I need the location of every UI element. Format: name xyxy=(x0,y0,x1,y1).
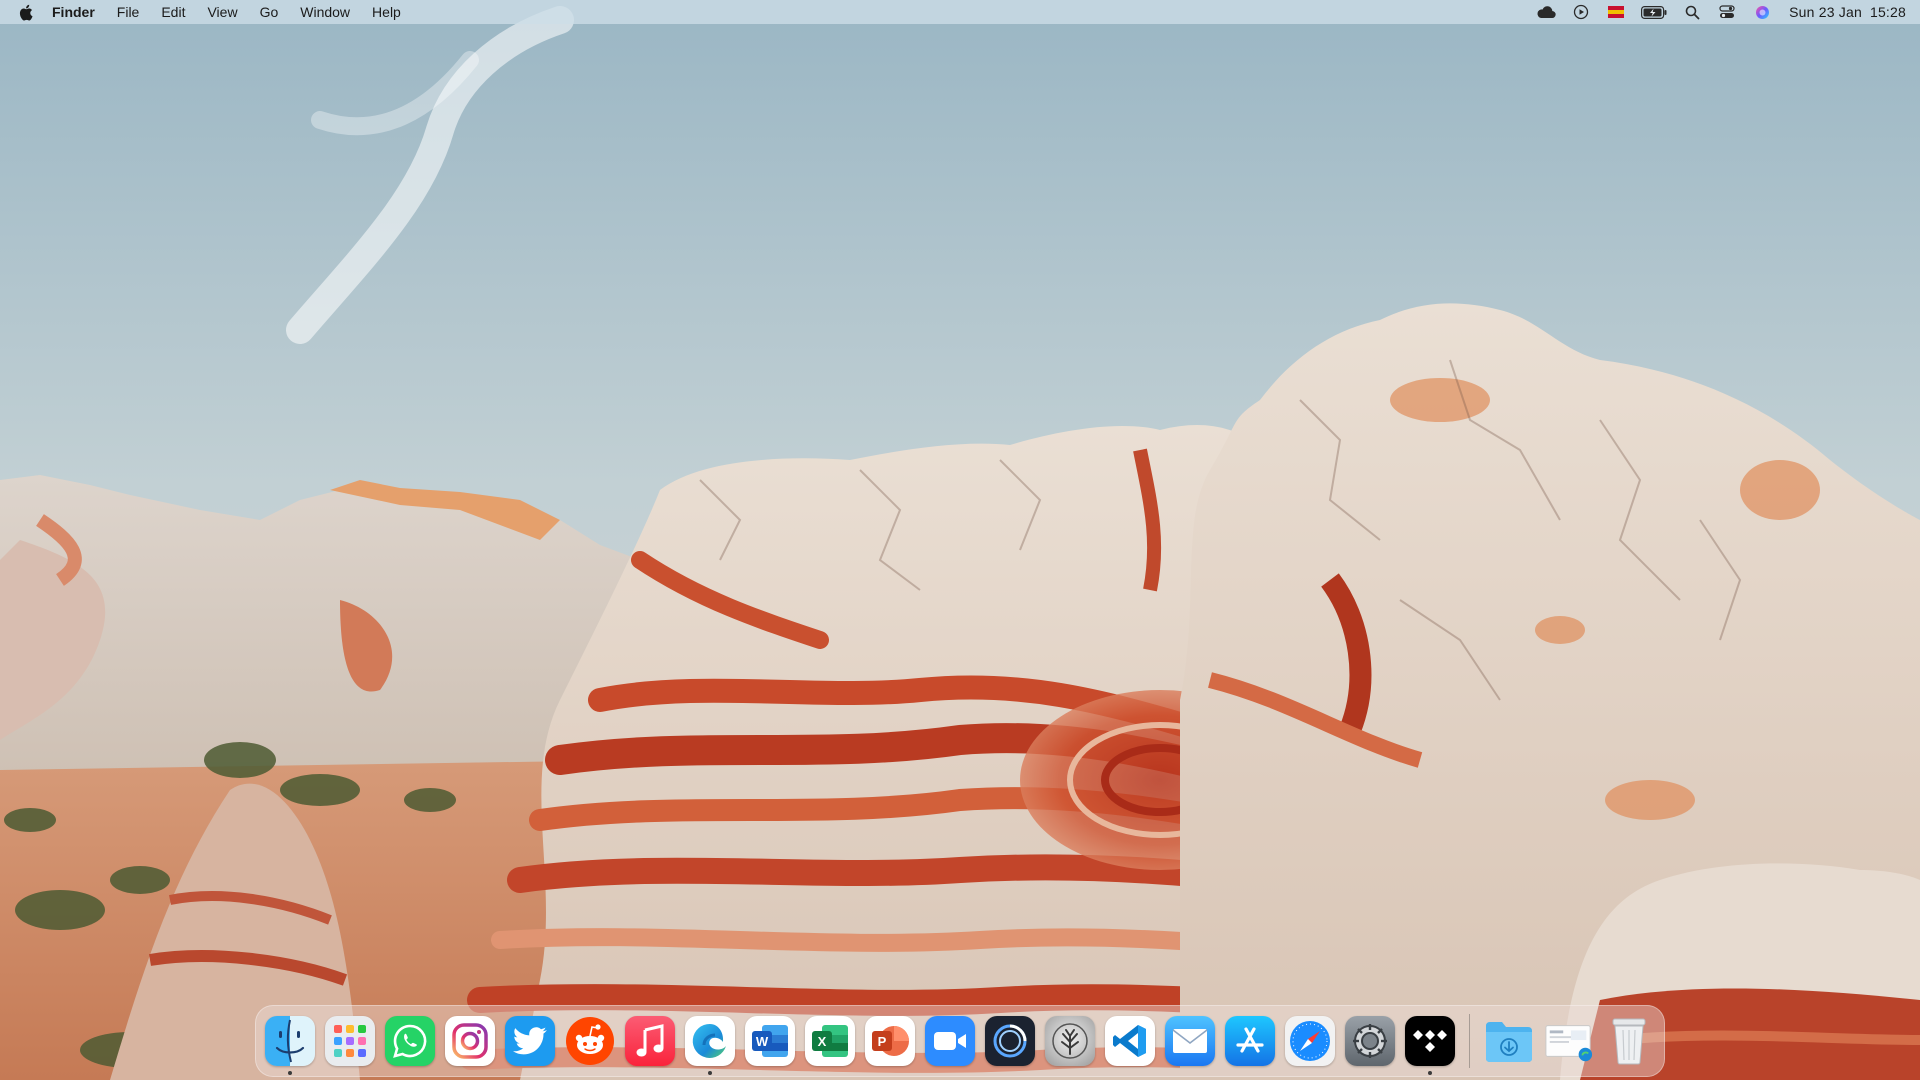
dock-edge[interactable] xyxy=(685,1016,735,1075)
menu-go[interactable]: Go xyxy=(260,0,279,24)
battery-charging-icon[interactable] xyxy=(1640,2,1668,22)
dock: W X P xyxy=(255,1005,1665,1077)
launchpad-icon xyxy=(334,1025,366,1057)
music-icon xyxy=(636,1024,664,1057)
tree-app-icon xyxy=(1052,1023,1088,1059)
dock-vscode[interactable] xyxy=(1105,1016,1155,1066)
dock-app-store[interactable] xyxy=(1225,1016,1275,1066)
dock-excel[interactable]: X xyxy=(805,1016,855,1066)
siri-icon[interactable] xyxy=(1751,2,1773,22)
ring-app-icon xyxy=(993,1024,1027,1058)
word-icon: W xyxy=(752,1025,788,1057)
control-center-icon[interactable] xyxy=(1716,2,1738,22)
menu-bar-clock[interactable]: Sun 23 Jan 15:28 xyxy=(1789,4,1906,20)
dock-divider xyxy=(1469,1014,1470,1068)
dock-zoom[interactable] xyxy=(925,1016,975,1066)
play-circle-icon[interactable] xyxy=(1570,2,1592,22)
dock-twitter[interactable] xyxy=(505,1016,555,1066)
running-indicator xyxy=(288,1071,292,1075)
excel-icon: X xyxy=(812,1025,848,1057)
menu-window[interactable]: Window xyxy=(300,0,350,24)
menu-bar-left: Finder File Edit View Go Window Help xyxy=(18,0,423,24)
running-indicator xyxy=(1428,1071,1432,1075)
app-store-icon xyxy=(1236,1027,1264,1053)
trash-icon xyxy=(1612,1018,1646,1065)
dock-trash[interactable] xyxy=(1604,1016,1654,1066)
clock-date: Sun 23 Jan xyxy=(1789,4,1862,20)
dock-system-preferences[interactable] xyxy=(1345,1016,1395,1066)
svg-text:P: P xyxy=(878,1034,887,1049)
svg-text:W: W xyxy=(756,1034,769,1049)
apple-menu-icon[interactable] xyxy=(18,3,36,21)
flag-icon[interactable] xyxy=(1605,2,1627,22)
dock-music[interactable] xyxy=(625,1016,675,1066)
powerpoint-icon: P xyxy=(872,1026,909,1056)
reddit-icon xyxy=(566,1017,614,1065)
dock-launchpad[interactable] xyxy=(325,1016,375,1066)
icloud-icon[interactable] xyxy=(1535,2,1557,22)
dock-reddit[interactable] xyxy=(565,1016,615,1066)
dock-tidal[interactable] xyxy=(1405,1016,1455,1075)
dock-downloads-stack[interactable] xyxy=(1484,1016,1534,1066)
dock-finder[interactable] xyxy=(265,1016,315,1075)
menu-bar: Finder File Edit View Go Window Help Sun xyxy=(0,0,1920,24)
dock-word[interactable]: W xyxy=(745,1016,795,1066)
document-thumbnail-icon xyxy=(1545,1025,1593,1062)
menu-help[interactable]: Help xyxy=(372,0,401,24)
spotlight-search-icon[interactable] xyxy=(1681,2,1703,22)
menu-edit[interactable]: Edit xyxy=(161,0,185,24)
whatsapp-icon xyxy=(393,1024,427,1058)
dock-safari[interactable] xyxy=(1285,1016,1335,1066)
svg-text:X: X xyxy=(818,1034,827,1049)
tidal-icon xyxy=(1413,1030,1447,1052)
menu-app-name[interactable]: Finder xyxy=(52,0,95,24)
zoom-icon xyxy=(934,1032,966,1050)
instagram-icon xyxy=(452,1023,488,1059)
safari-icon xyxy=(1290,1021,1330,1061)
dock-powerpoint[interactable]: P xyxy=(865,1016,915,1066)
edge-icon xyxy=(692,1023,726,1058)
desktop-wallpaper xyxy=(0,0,1920,1080)
clock-time: 15:28 xyxy=(1869,4,1906,20)
menu-bar-right: Sun 23 Jan 15:28 xyxy=(1522,2,1906,22)
menu-view[interactable]: View xyxy=(207,0,237,24)
dock-instagram[interactable] xyxy=(445,1016,495,1066)
running-indicator xyxy=(708,1071,712,1075)
wallpaper-landscape xyxy=(0,0,1920,1080)
twitter-icon xyxy=(513,1027,547,1055)
mail-icon xyxy=(1172,1029,1208,1053)
dock-ring-app[interactable] xyxy=(985,1016,1035,1066)
dock-whatsapp[interactable] xyxy=(385,1016,435,1066)
finder-icon xyxy=(275,1019,305,1063)
menu-file[interactable]: File xyxy=(117,0,140,24)
vscode-icon xyxy=(1113,1025,1146,1057)
system-preferences-icon xyxy=(1353,1024,1387,1058)
dock-document-stack[interactable] xyxy=(1544,1016,1594,1066)
dock-mail[interactable] xyxy=(1165,1016,1215,1066)
downloads-folder-icon xyxy=(1486,1022,1532,1062)
dock-tree-app[interactable] xyxy=(1045,1016,1095,1066)
